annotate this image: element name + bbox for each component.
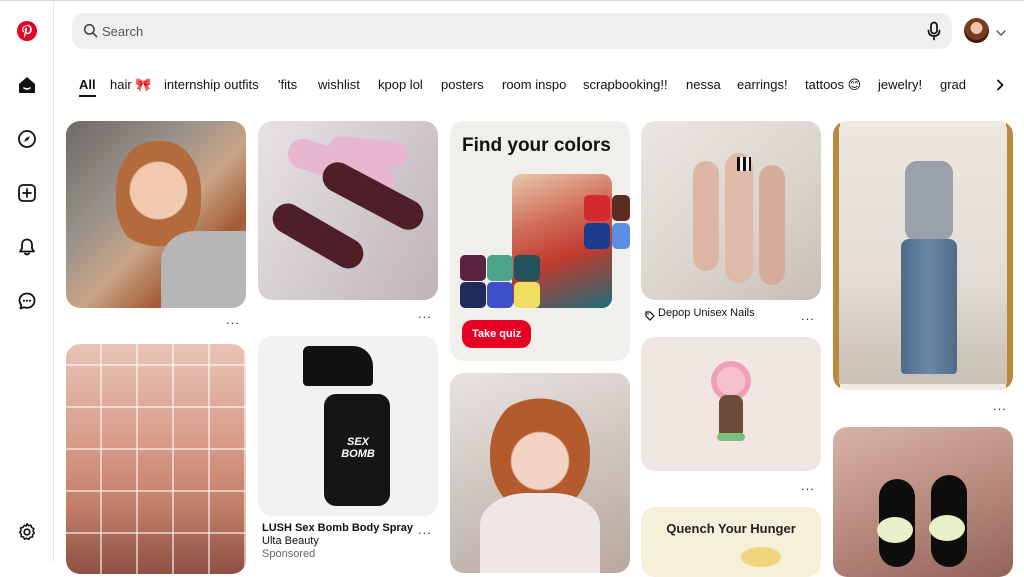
pin-polka-dot-nails[interactable] [258,121,438,300]
chip-nessa[interactable]: nessa [686,70,721,100]
color-swatch [584,195,610,221]
chevron-right-icon[interactable] [988,73,1012,97]
settings-gear-icon[interactable] [14,519,40,545]
color-swatch [487,282,513,308]
notifications-bell-icon[interactable] [14,234,40,260]
color-swatch [612,195,630,221]
left-sidebar [0,0,54,562]
pin-lily-doll-illustration[interactable] [641,337,821,471]
pin-brand-ulta[interactable]: Ulta Beauty [262,535,319,547]
color-swatch [460,255,486,281]
pin-more-options-button[interactable]: ... [418,306,432,321]
chip-tattoos[interactable]: tattoos 😊 [805,70,861,100]
messages-chat-icon[interactable] [14,288,40,314]
pin-more-options-button[interactable]: ... [801,478,815,493]
pin-more-options-button[interactable]: ... [418,522,432,537]
user-avatar[interactable] [964,18,989,43]
pin-quench-your-hunger-ad[interactable]: Quench Your Hunger [641,507,821,577]
chip-jewelry[interactable]: jewelry! [878,70,922,100]
pin-more-options-button[interactable]: ... [801,308,815,323]
sponsored-label: Sponsored [262,548,316,560]
chip-fits[interactable]: 'fits [278,70,297,100]
chip-kpop-lol[interactable]: kpop lol [378,70,423,100]
color-swatch [514,282,540,308]
chip-scrapbooking[interactable]: scrapbooking!! [583,70,668,100]
bottle-label: SEX BOMB [341,436,375,460]
color-swatch [460,282,486,308]
color-swatch [514,255,540,281]
chip-grad[interactable]: grad [940,70,966,100]
pin-lush-body-spray-image[interactable]: SEX BOMB [258,336,438,516]
pin-more-options-button[interactable]: ... [226,312,240,327]
pin-find-your-colors-card[interactable]: Find your colors Take quiz [450,121,630,361]
home-icon[interactable] [14,72,40,98]
chip-wishlist[interactable]: wishlist [318,70,360,100]
take-quiz-button[interactable]: Take quiz [462,320,532,348]
pin-mirror-outfit-photo[interactable] [833,121,1013,390]
color-swatch [584,223,610,249]
explore-compass-icon[interactable] [14,126,40,152]
pin-braids-portrait[interactable] [450,373,630,573]
account-chevron-down-icon[interactable] [996,24,1006,42]
chip-posters[interactable]: posters [441,70,484,100]
search-icon [83,23,98,43]
pin-lily-nail-art[interactable] [833,427,1013,577]
board-filter-bar: All hair 🎀 internship outfits 'fits wish… [72,70,987,100]
pinterest-logo-icon[interactable] [14,18,40,44]
search-bar[interactable] [72,13,952,49]
chip-all[interactable]: All [79,70,96,100]
pin-lipstick-swatches[interactable] [66,344,246,574]
pin-unisex-nails-photo[interactable] [641,121,821,300]
chip-earrings[interactable]: earrings! [737,70,788,100]
pin-selfie-photo[interactable] [66,121,246,308]
promo-headline: Find your colors [462,135,611,156]
search-input[interactable] [102,13,922,49]
pin-more-options-button[interactable]: ... [993,398,1007,413]
chip-room-inspo[interactable]: room inspo [502,70,566,100]
create-plus-icon[interactable] [14,180,40,206]
link-tag-icon [645,308,655,326]
chip-internship-outfits[interactable]: internship outfits [164,70,259,100]
pin-title-lush[interactable]: LUSH Sex Bomb Body Spray [262,522,413,534]
ad-headline: Quench Your Hunger [666,521,796,536]
microphone-icon[interactable] [926,21,942,46]
color-swatch [487,255,513,281]
pin-title-depop-nails[interactable]: Depop Unisex Nails [658,307,755,319]
chip-hair[interactable]: hair 🎀 [110,70,151,100]
window-top-border [0,0,1024,1]
color-swatch [612,223,630,249]
